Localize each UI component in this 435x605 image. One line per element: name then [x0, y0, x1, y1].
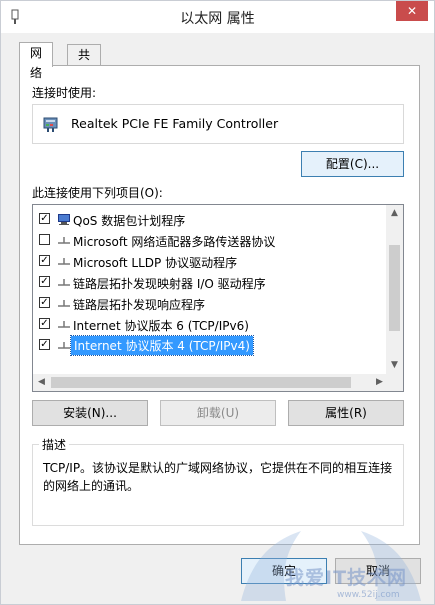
connect-using-label: 连接时使用: [32, 86, 97, 100]
tab-sharing[interactable]: 共享 [67, 44, 102, 82]
item-checkbox[interactable]: ✓ [39, 255, 50, 266]
adapter-box: Realtek PCIe FE Family Controller [32, 104, 404, 144]
protocol-icon [58, 342, 70, 349]
network-adapter-icon [43, 117, 58, 132]
network-tab-panel: 连接时使用: Realtek PCIe FE Family Controller… [19, 65, 420, 545]
item-checkbox[interactable]: ✓ [39, 339, 50, 350]
list-item[interactable]: ✓ 链路层拓扑发现响应程序 [33, 293, 383, 314]
scroll-corner [386, 374, 403, 391]
item-label: Internet 协议版本 6 (TCP/IPv6) [73, 319, 249, 333]
item-label: Microsoft LLDP 协议驱动程序 [73, 256, 238, 270]
install-button[interactable]: 安装(N)... [32, 400, 148, 426]
list-item[interactable]: Microsoft 网络适配器多路传送器协议 [33, 230, 383, 251]
list-item[interactable]: ✓ Internet 协议版本 6 (TCP/IPv6) [33, 314, 383, 335]
watermark-text: 我爱IT技术网 [285, 567, 408, 589]
properties-dialog: 以太网 属性 ✕ 网络 共享 连接时使用: Realtek PCIe FE Fa… [0, 0, 435, 605]
item-checkbox[interactable]: ✓ [39, 297, 50, 308]
title-bar: 以太网 属性 ✕ [1, 1, 434, 33]
description-group: 描述 TCP/IP。该协议是默认的广域网络协议，它提供在不同的相互连接的网络上的… [32, 436, 404, 526]
properties-button[interactable]: 属性(R) [288, 400, 404, 426]
item-label: 链路层拓扑发现映射器 I/O 驱动程序 [73, 277, 266, 291]
list-item[interactable]: ✓ Microsoft LLDP 协议驱动程序 [33, 251, 383, 272]
components-list[interactable]: ✓ QoS 数据包计划程序 Microsoft 网络适配器多路传送器协议 ✓ M… [32, 204, 404, 392]
scroll-thumb[interactable] [51, 377, 351, 388]
item-label: Microsoft 网络适配器多路传送器协议 [73, 235, 276, 249]
item-checkbox[interactable] [39, 234, 50, 245]
description-text: TCP/IP。该协议是默认的广域网络协议，它提供在不同的相互连接的网络上的通讯。 [43, 461, 393, 493]
protocol-icon [58, 300, 70, 307]
list-item[interactable]: ✓ QoS 数据包计划程序 [33, 209, 383, 230]
item-label: Internet 协议版本 4 (TCP/IPv4) [70, 335, 254, 356]
vertical-scrollbar[interactable]: ▲ ▼ [386, 205, 403, 374]
configure-button[interactable]: 配置(C)... [301, 151, 404, 177]
horizontal-scrollbar[interactable]: ◀ ▶ [33, 374, 388, 391]
scroll-up-icon[interactable]: ▲ [386, 205, 403, 222]
list-item[interactable]: ✓ 链路层拓扑发现映射器 I/O 驱动程序 [33, 272, 383, 293]
watermark-url: www.52ij.com [337, 590, 400, 600]
scroll-left-icon[interactable]: ◀ [33, 374, 50, 391]
protocol-icon [58, 279, 70, 286]
scroll-down-icon[interactable]: ▼ [386, 357, 403, 374]
close-button[interactable]: ✕ [396, 1, 428, 21]
protocol-icon [58, 321, 70, 328]
items-label: 此连接使用下列项目(O): [32, 186, 163, 200]
qos-scheduler-icon [58, 214, 70, 225]
item-checkbox[interactable]: ✓ [39, 213, 50, 224]
window-title: 以太网 属性 [180, 11, 255, 27]
list-item-selected[interactable]: ✓ Internet 协议版本 4 (TCP/IPv4) [33, 335, 383, 356]
protocol-icon [58, 258, 70, 265]
description-title: 描述 [39, 436, 70, 453]
item-label: 链路层拓扑发现响应程序 [73, 298, 206, 312]
scroll-thumb[interactable] [389, 245, 400, 331]
protocol-icon [58, 237, 70, 244]
adapter-name: Realtek PCIe FE Family Controller [71, 116, 279, 131]
uninstall-button[interactable]: 卸载(U) [160, 400, 276, 426]
item-checkbox[interactable]: ✓ [39, 318, 50, 329]
item-label: QoS 数据包计划程序 [73, 214, 186, 228]
tab-network[interactable]: 网络 [19, 42, 54, 80]
item-checkbox[interactable]: ✓ [39, 276, 50, 287]
